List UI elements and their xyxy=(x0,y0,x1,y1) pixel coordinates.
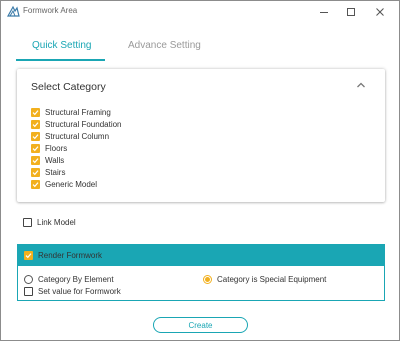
tab-quick-setting[interactable]: Quick Setting xyxy=(32,40,91,51)
category-by-element-label: Category By Element xyxy=(38,275,114,284)
link-model-checkbox[interactable]: Link Model xyxy=(23,218,76,227)
checkbox-checked-icon[interactable] xyxy=(31,168,40,177)
category-label: Structural Column xyxy=(45,132,110,141)
checkbox-checked-icon[interactable] xyxy=(31,144,40,153)
checkbox-checked-icon[interactable] xyxy=(24,251,33,260)
category-by-element-radio[interactable]: Category By Element xyxy=(24,275,114,284)
category-item-stairs[interactable]: Stairs xyxy=(31,167,65,178)
category-special-equipment-radio[interactable]: Category is Special Equipment xyxy=(203,275,326,284)
category-item-structural-foundation[interactable]: Structural Foundation xyxy=(31,119,122,130)
radio-selected-icon[interactable] xyxy=(203,275,212,284)
set-value-formwork-label: Set value for Formwork xyxy=(38,287,121,296)
chevron-up-icon[interactable] xyxy=(355,79,367,91)
close-icon[interactable] xyxy=(373,5,387,19)
render-formwork-label: Render Formwork xyxy=(38,251,103,260)
link-model-label: Link Model xyxy=(37,218,76,227)
category-label: Floors xyxy=(45,144,68,153)
checkbox-checked-icon[interactable] xyxy=(31,180,40,189)
checkbox-unchecked-icon[interactable] xyxy=(23,218,32,227)
checkbox-checked-icon[interactable] xyxy=(31,156,40,165)
category-item-structural-framing[interactable]: Structural Framing xyxy=(31,107,111,118)
category-label: Structural Framing xyxy=(45,108,111,117)
render-formwork-panel: Render Formwork Category By Element Cate… xyxy=(17,244,385,301)
category-label: Walls xyxy=(45,156,65,165)
formwork-area-window: Formwork Area Quick Setting Advance Sett… xyxy=(0,0,400,341)
radio-unselected-icon[interactable] xyxy=(24,275,33,284)
category-label: Stairs xyxy=(45,168,66,177)
category-label: Generic Model xyxy=(45,180,98,189)
render-formwork-checkbox[interactable]: Render Formwork xyxy=(18,245,384,266)
create-button[interactable]: Create xyxy=(153,317,248,333)
maximize-icon[interactable] xyxy=(344,5,358,19)
checkbox-checked-icon[interactable] xyxy=(31,120,40,129)
minimize-icon[interactable] xyxy=(317,5,331,19)
title-bar[interactable]: Formwork Area xyxy=(1,1,399,23)
active-tab-indicator xyxy=(16,59,105,61)
window-title: Formwork Area xyxy=(23,6,78,15)
set-value-formwork-checkbox[interactable]: Set value for Formwork xyxy=(24,287,121,296)
select-category-panel: Select Category Structural Framing Struc… xyxy=(17,69,385,202)
category-item-floors[interactable]: Floors xyxy=(31,143,67,154)
tab-advance-setting[interactable]: Advance Setting xyxy=(128,40,201,51)
checkbox-checked-icon[interactable] xyxy=(31,132,40,141)
checkbox-unchecked-icon[interactable] xyxy=(24,287,33,296)
select-category-title: Select Category xyxy=(31,81,106,93)
radio-dot xyxy=(205,277,210,282)
category-item-generic-model[interactable]: Generic Model xyxy=(31,179,97,190)
checkbox-checked-icon[interactable] xyxy=(31,108,40,117)
category-label: Structural Foundation xyxy=(45,120,122,129)
app-logo-icon xyxy=(6,5,20,18)
category-special-equipment-label: Category is Special Equipment xyxy=(217,275,327,284)
category-item-walls[interactable]: Walls xyxy=(31,155,64,166)
category-item-structural-column[interactable]: Structural Column xyxy=(31,131,109,142)
